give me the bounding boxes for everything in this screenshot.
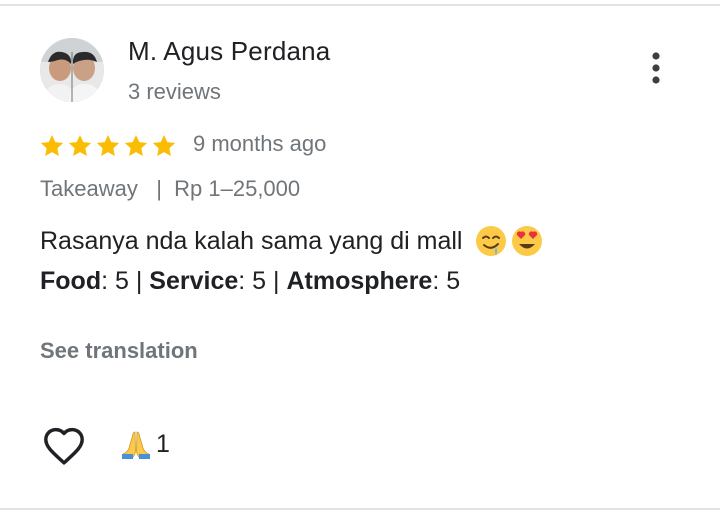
author-name[interactable]: M. Agus Perdana <box>128 36 330 67</box>
star-icon <box>68 134 92 156</box>
more-vert-icon <box>652 52 660 84</box>
review-time: 9 months ago <box>193 131 327 156</box>
review-meta: Takeaway | Rp 1–25,000 <box>40 176 300 202</box>
star-icon <box>152 134 176 156</box>
sub-rating-label: Service <box>149 267 239 295</box>
review-text: Rasanya nda kalah sama yang di mall <box>40 224 544 258</box>
reaction-summary[interactable]: 1 <box>120 428 170 460</box>
sub-rating-value: 5 <box>252 267 267 295</box>
more-options-button[interactable] <box>636 48 676 88</box>
star-icon <box>96 134 120 156</box>
sub-ratings: Food: 5 | Service: 5 | Atmosphere: 5 <box>40 267 461 295</box>
sub-rating-label: Food <box>40 267 102 295</box>
see-translation-link[interactable]: See translation <box>40 338 198 364</box>
sub-rating-value: 5 <box>446 267 461 295</box>
star-icon <box>40 134 64 156</box>
author-review-count: 3 reviews <box>128 79 221 104</box>
star-icon <box>124 134 148 156</box>
reaction-count: 1 <box>156 429 170 458</box>
sub-rating-label: Atmosphere <box>286 267 433 295</box>
heart-eyes-emoji <box>510 224 544 258</box>
star-rating <box>39 133 177 159</box>
bottom-divider <box>0 508 720 510</box>
review-body: Rasanya nda kalah sama yang di mall <box>40 226 463 255</box>
price-range: Rp 1–25,000 <box>174 176 301 201</box>
service-type: Takeaway <box>40 176 138 201</box>
meta-separator: | <box>156 176 162 201</box>
author-avatar[interactable] <box>40 38 104 102</box>
avatar-photo <box>40 38 104 102</box>
folded-hands-icon <box>122 431 150 459</box>
drooling-face-emoji <box>474 224 508 258</box>
heart-outline-icon <box>44 427 84 465</box>
sub-rating-value: 5 <box>115 267 129 295</box>
like-button[interactable] <box>40 424 88 468</box>
top-divider <box>0 4 720 6</box>
